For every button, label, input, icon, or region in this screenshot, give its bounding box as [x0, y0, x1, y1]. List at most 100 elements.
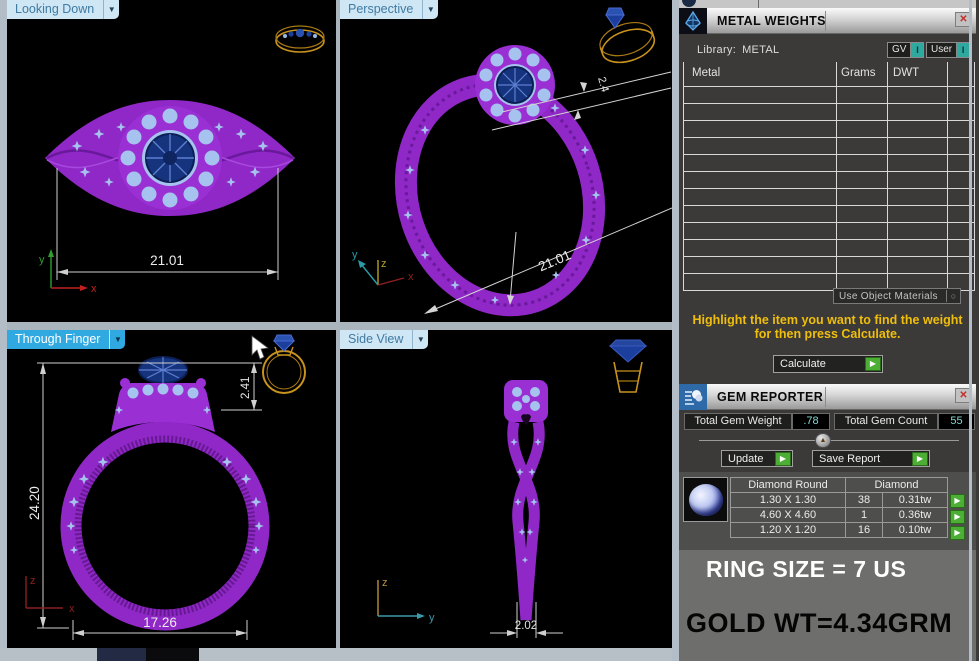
status-bar	[0, 648, 672, 661]
table-row[interactable]: 1.20 X 1.20 16 0.10tw	[731, 523, 948, 538]
viewport-tab-label[interactable]: Side View	[340, 330, 412, 349]
status-bar-segment	[146, 648, 199, 661]
chevron-down-icon[interactable]: ▼	[103, 0, 119, 19]
column-divider	[887, 62, 888, 291]
through-finger-canvas[interactable]: 24.20 2.41 17.26 z x	[7, 330, 336, 648]
diamond-image	[689, 484, 723, 516]
viewport-looking-down[interactable]: 21.01 y x Looking Down ▼	[7, 0, 336, 322]
side-view-canvas[interactable]: 2.02 z y	[340, 330, 672, 648]
panel-dock-bar	[679, 0, 976, 8]
svg-text:z: z	[30, 575, 36, 587]
window-edge	[0, 0, 7, 648]
ring-size-text: RING SIZE = 7 US	[706, 556, 906, 583]
viewport-tab-label[interactable]: Through Finger	[7, 330, 109, 349]
svg-text:x: x	[91, 283, 97, 295]
gem-reporter-icon	[679, 384, 707, 410]
dimension-head-label: 2.41	[240, 377, 252, 399]
table-header: Diamond Round Diamond	[731, 478, 948, 493]
metal-weights-header: METAL WEIGHTS ✕	[679, 8, 976, 34]
chevron-down-icon[interactable]: ▼	[412, 330, 428, 349]
viewport-tab-label[interactable]: Looking Down	[7, 0, 103, 19]
view-compass-icon	[263, 335, 305, 393]
panel-title: GEM REPORTER	[707, 390, 823, 404]
viewport-side-view[interactable]: 2.02 z y Side View ▼	[340, 330, 672, 648]
gv-indicator[interactable]: I	[910, 43, 923, 57]
table-rows-empty[interactable]	[684, 86, 974, 291]
column-divider	[836, 62, 837, 291]
viewport-tab-through-finger[interactable]: Through Finger ▼	[7, 330, 125, 349]
svg-text:y: y	[39, 254, 45, 266]
gem-thumbnail	[683, 477, 728, 522]
svg-text:y: y	[352, 249, 358, 261]
perspective-canvas[interactable]: 2.4 21.01 z y x	[340, 0, 672, 322]
radio-icon[interactable]: ○	[946, 290, 960, 302]
divider	[825, 387, 826, 407]
ring-model-side-view[interactable]	[504, 380, 548, 620]
gold-weight-text: GOLD WT=4.34GRM	[686, 608, 952, 639]
dimension-width-label: 17.26	[143, 615, 177, 630]
ring-model-top-view[interactable]	[45, 100, 295, 216]
collapse-handle[interactable]: ▲	[815, 433, 831, 448]
view-compass-icon	[596, 8, 659, 68]
total-gem-count-label: Total Gem Count	[834, 413, 938, 430]
viewport-tab-perspective[interactable]: Perspective ▼	[340, 0, 438, 19]
save-report-button[interactable]: Save Report ▶	[812, 450, 930, 467]
row-play-icon[interactable]: ▶	[950, 494, 965, 508]
metal-weights-table[interactable]: Metal Grams DWT	[683, 62, 975, 291]
dimension-head-label: 2.4	[595, 76, 611, 94]
viewport-tab-side-view[interactable]: Side View ▼	[340, 330, 428, 349]
row-play-icon[interactable]: ▶	[950, 526, 965, 540]
dimension-width-label: 2.02	[515, 620, 537, 632]
divider	[758, 0, 759, 8]
svg-text:x: x	[69, 603, 75, 615]
ring-model-front-view[interactable]	[66, 357, 264, 620]
panel-title: METAL WEIGHTS	[707, 14, 826, 28]
row-play-icon[interactable]: ▶	[950, 510, 965, 524]
svg-text:y: y	[429, 612, 435, 624]
dimension-width-label: 21.01	[150, 253, 184, 268]
viewport-perspective[interactable]: 2.4 21.01 z y x Perspective ▼	[340, 0, 672, 322]
total-gem-weight-label: Total Gem Weight	[684, 413, 792, 430]
mouse-cursor	[252, 336, 268, 359]
svg-text:x: x	[408, 271, 414, 283]
total-gem-weight-value: .78	[792, 413, 830, 430]
viewport-tab-looking-down[interactable]: Looking Down ▼	[7, 0, 119, 19]
jewelry-cad-window: 21.01 y x Looking Down ▼	[0, 0, 979, 661]
gem-report-table: Diamond Round Diamond 1.30 X 1.30 38 0.3…	[730, 477, 948, 538]
table-header: Metal Grams DWT	[684, 62, 974, 86]
chevron-down-icon[interactable]: ▼	[422, 0, 438, 19]
play-icon[interactable]: ▶	[912, 452, 928, 466]
dock-icon	[682, 0, 696, 7]
panel-edge	[969, 0, 972, 661]
axis-indicator: z y x	[352, 249, 414, 285]
dimension-height-label: 24.20	[27, 486, 42, 520]
calculate-button[interactable]: Calculate ▶	[773, 355, 883, 373]
chevron-down-icon[interactable]: ▼	[109, 330, 125, 349]
panel-edge	[672, 0, 679, 661]
side-panel: METAL WEIGHTS ✕ Library:METAL GV I User …	[672, 0, 979, 661]
play-icon[interactable]: ▶	[865, 357, 881, 371]
table-row[interactable]: 1.30 X 1.30 38 0.31tw	[731, 493, 948, 508]
library-label: Library:METAL	[697, 44, 779, 56]
looking-down-canvas[interactable]: 21.01 y x	[7, 0, 336, 322]
axis-indicator: z x	[26, 575, 75, 615]
gem-reporter-header: GEM REPORTER ✕	[679, 384, 976, 410]
instruction-text: Highlight the item you want to find the …	[679, 313, 976, 341]
play-icon[interactable]: ▶	[775, 452, 791, 466]
user-indicator[interactable]: I	[956, 43, 969, 57]
metal-weights-icon	[679, 8, 707, 34]
status-bar-segment	[97, 648, 146, 661]
divider	[825, 11, 826, 31]
svg-text:z: z	[381, 258, 387, 270]
axis-indicator: z y	[378, 577, 435, 624]
viewport-through-finger[interactable]: 24.20 2.41 17.26 z x	[7, 330, 336, 648]
gv-button[interactable]: GV I	[887, 42, 924, 58]
update-button[interactable]: Update ▶	[721, 450, 793, 467]
viewport-tab-label[interactable]: Perspective	[340, 0, 422, 19]
use-object-materials-button[interactable]: Use Object Materials ○	[833, 288, 961, 304]
view-compass-icon	[610, 340, 646, 392]
user-button[interactable]: User I	[926, 42, 970, 58]
column-divider	[947, 62, 948, 291]
view-compass-icon	[276, 26, 324, 52]
table-row[interactable]: 4.60 X 4.60 1 0.36tw	[731, 508, 948, 523]
